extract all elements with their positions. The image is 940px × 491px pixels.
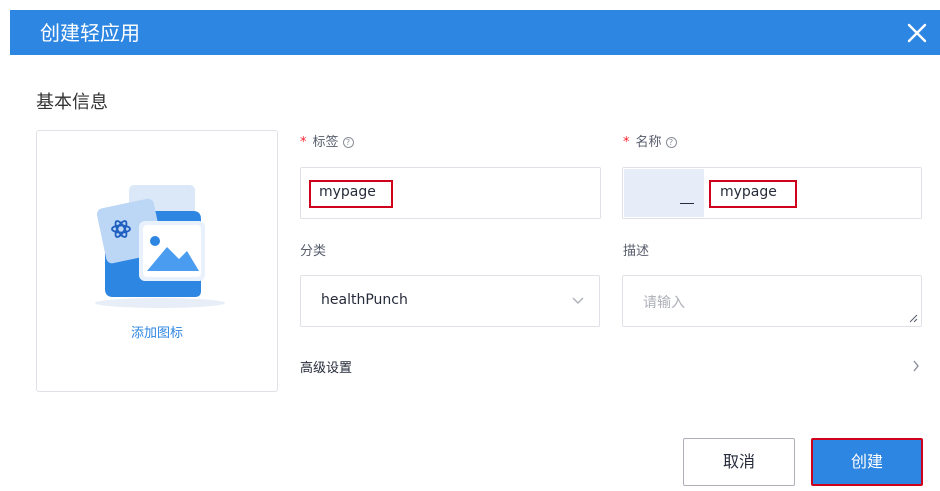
- label-input[interactable]: mypage: [300, 167, 601, 219]
- name-prefix-separator: [680, 203, 694, 204]
- name-input-value: mypage: [720, 184, 777, 200]
- help-icon[interactable]: ?: [665, 137, 677, 148]
- help-icon[interactable]: ?: [342, 137, 354, 148]
- label-field-text: 标签: [312, 135, 339, 150]
- add-icon-card[interactable]: 添加图标: [36, 130, 278, 392]
- advanced-settings-row[interactable]: 高级设置: [300, 353, 922, 379]
- cancel-button[interactable]: 取消: [683, 438, 795, 486]
- name-prefix: [624, 169, 704, 217]
- required-mark: *: [623, 135, 630, 150]
- category-select-value: healthPunch: [321, 292, 408, 308]
- name-field-label: * 名称?: [623, 134, 677, 152]
- section-title: 基本信息: [36, 92, 108, 113]
- chevron-down-icon: [572, 297, 584, 304]
- advanced-settings-label: 高级设置: [300, 361, 353, 376]
- add-icon-label: 添加图标: [130, 326, 183, 341]
- category-select[interactable]: healthPunch: [300, 275, 600, 327]
- label-input-value: mypage: [319, 184, 376, 200]
- dialog-header: 创建轻应用: [10, 10, 940, 55]
- app-icon-placeholder-icon: [95, 185, 225, 308]
- description-field-label: 描述: [623, 244, 650, 259]
- name-input[interactable]: mypage: [622, 167, 922, 219]
- close-icon[interactable]: [904, 20, 930, 46]
- label-field-label: * 标签?: [300, 134, 354, 152]
- name-field-text: 名称: [635, 135, 662, 150]
- description-textarea[interactable]: 请输入: [622, 275, 922, 327]
- category-field-label: 分类: [300, 244, 327, 259]
- chevron-right-icon: [913, 360, 919, 372]
- create-button[interactable]: 创建: [811, 438, 923, 486]
- resize-grip-icon[interactable]: [909, 314, 918, 323]
- description-placeholder: 请输入: [643, 295, 685, 311]
- required-mark: *: [300, 135, 307, 150]
- dialog-title: 创建轻应用: [40, 21, 140, 45]
